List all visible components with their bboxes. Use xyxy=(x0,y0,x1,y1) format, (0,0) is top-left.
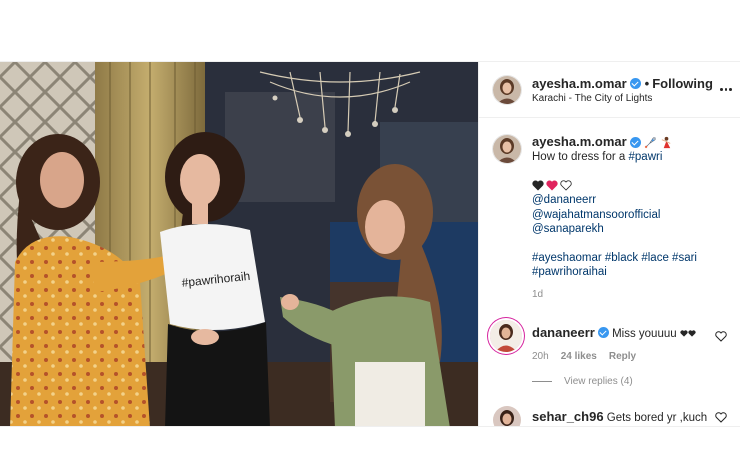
black-heart-icon xyxy=(680,330,688,337)
dancer-emoji-icon xyxy=(661,136,671,148)
red-heart-icon xyxy=(546,180,558,191)
author-avatar[interactable] xyxy=(493,76,521,104)
mention-link[interactable]: @sanaparekh xyxy=(532,223,604,235)
hashtag-link[interactable]: #ayeshaomar xyxy=(532,252,602,264)
post-location[interactable]: Karachi - The City of Lights xyxy=(532,93,652,104)
like-heart-icon[interactable] xyxy=(715,331,727,342)
hashtag-link[interactable]: #black xyxy=(605,252,638,264)
comment-text-row: sehar_ch96 Gets bored yr ,kuch xyxy=(532,406,735,425)
verified-badge-icon xyxy=(629,78,641,89)
white-heart-icon xyxy=(560,180,572,191)
mention-link[interactable]: @dananeerr xyxy=(532,194,596,206)
comment-item: sehar_ch96 Gets bored yr ,kuch xyxy=(490,406,735,426)
hashtag-row: #ayeshaomar #black #lace #sari xyxy=(532,251,733,266)
commenter-avatar[interactable] xyxy=(490,320,522,352)
caption-timestamp[interactable]: 1d xyxy=(532,288,733,303)
author-username[interactable]: ayesha.m.omar xyxy=(532,76,627,91)
reply-button[interactable]: Reply xyxy=(609,351,636,362)
post-caption: ayesha.m.omar How to dress for a #pawri xyxy=(493,134,733,303)
verified-badge-icon xyxy=(597,327,609,338)
view-replies-button[interactable]: View replies (4) xyxy=(532,376,633,387)
following-button[interactable]: Following xyxy=(652,76,713,91)
post-video[interactable]: #pawrihoraih xyxy=(0,62,478,426)
comment-username[interactable]: sehar_ch96 xyxy=(532,409,604,424)
black-heart-icon xyxy=(688,330,696,337)
instagram-post: #pawrihoraih ayesha.m.omar • Following K… xyxy=(0,61,740,427)
comment-likes[interactable]: 24 likes xyxy=(561,351,597,362)
comment-text: Gets bored yr ,kuch xyxy=(606,412,708,424)
post-header: ayesha.m.omar • Following Karachi - The Ci… xyxy=(479,62,740,118)
caption-line-1: How to dress for a #pawri xyxy=(532,150,663,163)
post-side-panel: ayesha.m.omar • Following Karachi - The Ci… xyxy=(478,62,740,426)
hashtag-link[interactable]: #sari xyxy=(672,252,697,264)
caption-avatar[interactable] xyxy=(493,135,521,163)
caption-username[interactable]: ayesha.m.omar xyxy=(532,134,627,150)
hashtag-link[interactable]: #pawri xyxy=(629,151,663,163)
comment-text-row: dananeerr Miss youuuu xyxy=(532,320,735,341)
separator-dot: • xyxy=(644,76,650,91)
author-row: ayesha.m.omar • Following xyxy=(532,76,713,91)
caption-header: ayesha.m.omar xyxy=(532,134,733,150)
replies-divider-line xyxy=(532,381,552,382)
commenter-avatar[interactable] xyxy=(493,406,521,426)
comment-time[interactable]: 20h xyxy=(532,351,549,362)
black-heart-icon xyxy=(532,180,544,191)
comment-item: dananeerr Miss youuuu 20h 24 likes Reply xyxy=(490,320,735,362)
verified-badge-icon xyxy=(629,136,641,148)
video-frame-illustration: #pawrihoraih xyxy=(0,62,478,426)
comment-username[interactable]: dananeerr xyxy=(532,325,595,340)
caption-body: ayesha.m.omar How to dress for a #pawri xyxy=(532,134,733,303)
rocket-emoji-icon xyxy=(644,137,656,149)
hashtag-link[interactable]: #lace xyxy=(641,252,669,264)
hashtag-link[interactable]: #pawrihoraihai xyxy=(532,266,607,278)
more-options-icon[interactable] xyxy=(720,79,733,99)
comment-meta: 20h 24 likes Reply xyxy=(532,351,735,362)
mention-link[interactable]: @wajahatmansoorofficial xyxy=(532,209,660,221)
view-replies-label: View replies (4) xyxy=(564,376,633,387)
comment-text: Miss youuuu xyxy=(612,328,677,340)
heart-emoji-row xyxy=(532,178,733,193)
like-heart-icon[interactable] xyxy=(715,412,727,423)
